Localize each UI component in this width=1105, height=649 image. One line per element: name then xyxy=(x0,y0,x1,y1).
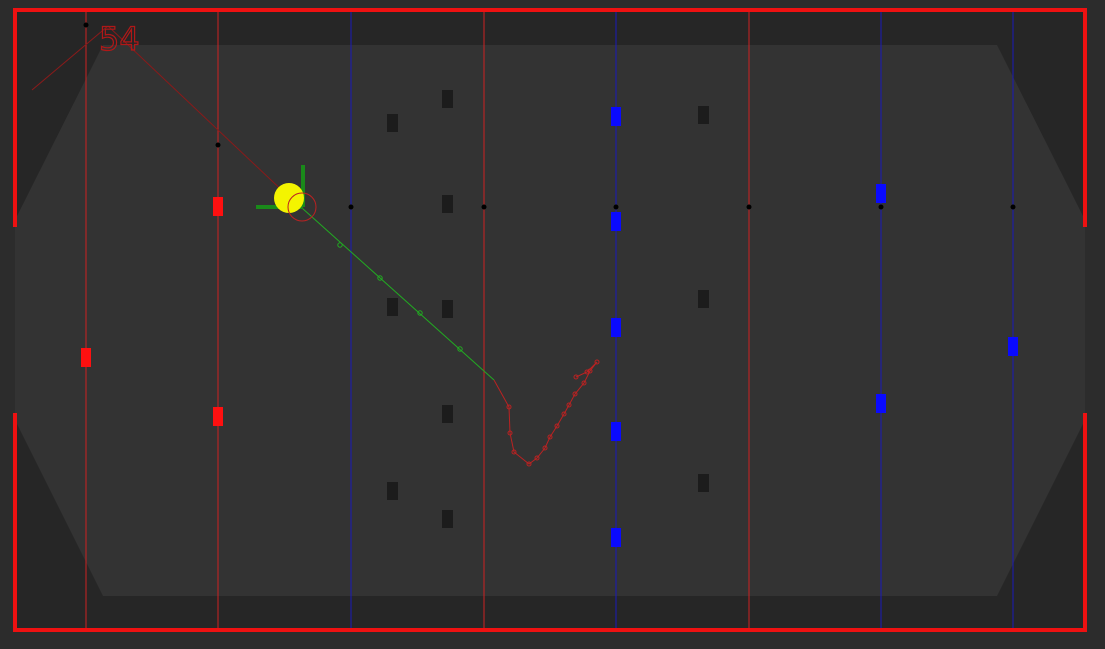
red-player xyxy=(81,348,91,367)
score-counter: 54 xyxy=(99,20,140,58)
blue-player xyxy=(611,212,621,231)
rod-marker xyxy=(1010,204,1016,210)
obstacle xyxy=(387,482,398,500)
obstacle xyxy=(442,405,453,423)
blue-player xyxy=(611,107,621,126)
game-field: 54 xyxy=(0,0,1105,649)
rod-marker xyxy=(215,142,221,148)
blue-player xyxy=(876,394,886,413)
blue-player xyxy=(1008,337,1018,356)
obstacle xyxy=(698,290,709,308)
obstacle xyxy=(387,298,398,316)
obstacle xyxy=(387,114,398,132)
rod-marker xyxy=(746,204,752,210)
obstacle xyxy=(698,474,709,492)
obstacle xyxy=(442,195,453,213)
blue-player xyxy=(611,528,621,547)
obstacle xyxy=(698,106,709,124)
obstacle xyxy=(442,300,453,318)
rod-marker xyxy=(613,204,619,210)
rod-marker xyxy=(878,204,884,210)
rod-marker xyxy=(83,22,89,28)
blue-player xyxy=(611,318,621,337)
blue-player xyxy=(876,184,886,203)
red-player xyxy=(213,407,223,426)
blue-player xyxy=(611,422,621,441)
playfield-area xyxy=(15,45,1085,596)
rod-marker xyxy=(481,204,487,210)
obstacle xyxy=(442,510,453,528)
obstacle xyxy=(442,90,453,108)
red-player xyxy=(213,197,223,216)
ball xyxy=(274,183,304,213)
rod-marker xyxy=(348,204,354,210)
